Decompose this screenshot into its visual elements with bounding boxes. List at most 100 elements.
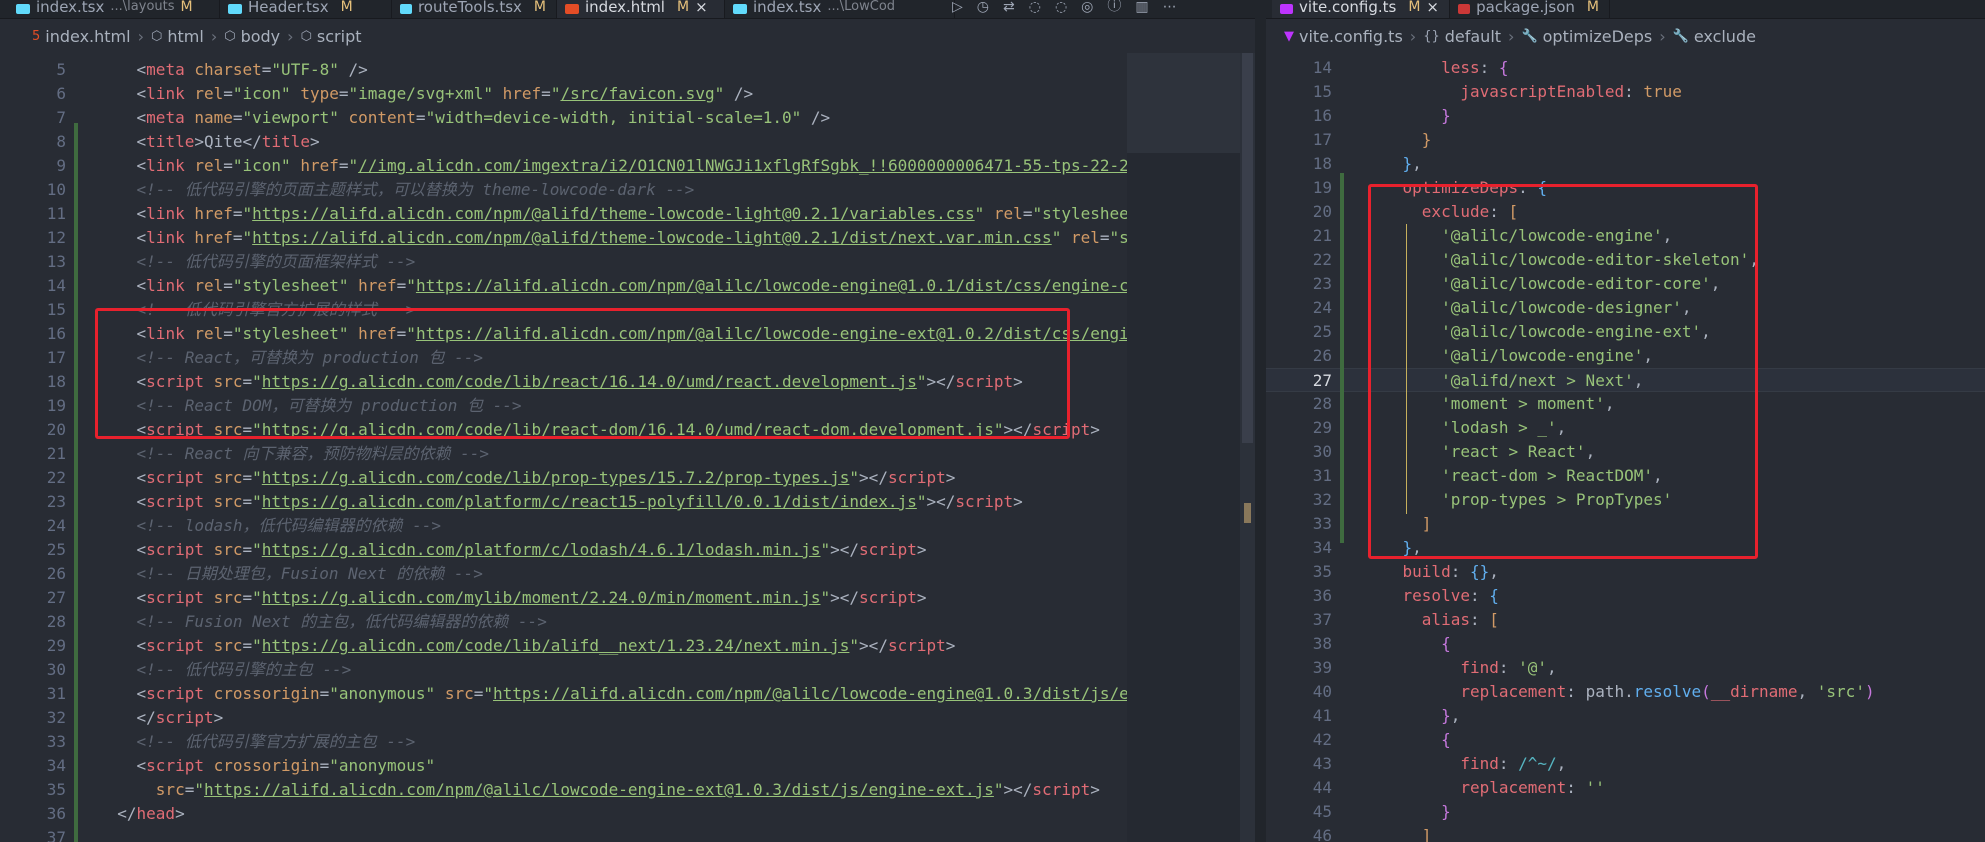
code-line[interactable]: 35 build: {}, bbox=[1266, 560, 1985, 584]
code-line[interactable]: 11 <link href="https://alifd.alicdn.com/… bbox=[0, 202, 1255, 226]
code-line[interactable]: 39 find: '@', bbox=[1266, 656, 1985, 680]
breadcrumb-item[interactable]: index.html bbox=[45, 27, 130, 46]
code-line[interactable]: 38 { bbox=[1266, 632, 1985, 656]
code-line[interactable]: 31 <script crossorigin="anonymous" src="… bbox=[0, 682, 1255, 706]
code-line[interactable]: 29 <script src="https://g.alicdn.com/cod… bbox=[0, 634, 1255, 658]
split-divider[interactable] bbox=[1255, 0, 1266, 842]
code-line[interactable]: 36 </head> bbox=[0, 802, 1255, 826]
code-line[interactable]: 43 find: /^~/, bbox=[1266, 752, 1985, 776]
tab-index-tsx[interactable]: index.tsx ...\layouts M bbox=[8, 0, 220, 18]
code-text: <script src="https://g.alicdn.com/mylib/… bbox=[98, 586, 927, 610]
more-actions-icon[interactable]: ⋯ bbox=[1163, 0, 1177, 15]
tab-routetools-tsx[interactable]: routeTools.tsx M bbox=[392, 0, 557, 18]
close-icon[interactable]: × bbox=[695, 0, 708, 15]
run-icon[interactable]: ▷ bbox=[952, 0, 963, 15]
breadcrumb-item[interactable]: script bbox=[317, 27, 362, 46]
line-number: 36 bbox=[1312, 586, 1332, 605]
line-number: 40 bbox=[1312, 682, 1332, 701]
code-line[interactable]: 12 <link href="https://alifd.alicdn.com/… bbox=[0, 226, 1255, 250]
code-line[interactable]: 35 src="https://alifd.alicdn.com/npm/@al… bbox=[0, 778, 1255, 802]
history-icon[interactable]: ◷ bbox=[977, 0, 989, 15]
line-number: 25 bbox=[46, 540, 66, 559]
code-line[interactable]: 37 bbox=[0, 826, 1255, 842]
code-line[interactable]: 24 <!-- lodash，低代码编辑器的依赖 --> bbox=[0, 514, 1255, 538]
minimap-slider[interactable] bbox=[1127, 53, 1240, 153]
code-line[interactable]: 10 <!-- 低代码引擎的页面主题样式，可以替换为 theme-lowcode… bbox=[0, 178, 1255, 202]
code-line[interactable]: 27 <script src="https://g.alicdn.com/myl… bbox=[0, 586, 1255, 610]
close-icon[interactable]: × bbox=[1426, 0, 1439, 15]
navigate-back-icon[interactable]: ◌ bbox=[1029, 0, 1041, 15]
code-token: < bbox=[136, 276, 147, 295]
code-line[interactable]: 25 <script src="https://g.alicdn.com/pla… bbox=[0, 538, 1255, 562]
info-icon[interactable]: ⓘ bbox=[1107, 0, 1121, 15]
breadcrumb: ▼ vite.config.ts › {} default › 🔧 optimizeDeps ›… bbox=[1266, 22, 1985, 50]
sync-icon[interactable]: ◎ bbox=[1081, 0, 1093, 15]
code-line[interactable]: 32 </script> bbox=[0, 706, 1255, 730]
code-token: "stylesheet" bbox=[232, 276, 349, 295]
left-editor-pane: index.tsx ...\layouts M Header.tsx MrouteToo… bbox=[0, 0, 1255, 842]
vertical-scrollbar[interactable] bbox=[1240, 53, 1255, 842]
tab-index-html[interactable]: index.html M × bbox=[557, 0, 725, 18]
code-line[interactable]: 16 } bbox=[1266, 104, 1985, 128]
breadcrumb-item[interactable]: exclude bbox=[1694, 27, 1756, 46]
code-line[interactable]: 18 }, bbox=[1266, 152, 1985, 176]
code-line[interactable]: 37 alias: [ bbox=[1266, 608, 1985, 632]
code-line[interactable]: 41 }, bbox=[1266, 704, 1985, 728]
code-line[interactable]: 45 } bbox=[1266, 800, 1985, 824]
code-line[interactable]: 44 replacement: '' bbox=[1266, 776, 1985, 800]
tab-header-tsx[interactable]: Header.tsx M bbox=[220, 0, 392, 18]
code-line[interactable]: 6 <link rel="icon" type="image/svg+xml" … bbox=[0, 82, 1255, 106]
react-icon bbox=[400, 4, 412, 14]
breadcrumb-item[interactable]: body bbox=[241, 27, 281, 46]
code-line[interactable]: 26 <!-- 日期处理包，Fusion Next 的依赖 --> bbox=[0, 562, 1255, 586]
code-line[interactable]: 8 <title>Qite</title> bbox=[0, 130, 1255, 154]
code-line[interactable]: 14 less: { bbox=[1266, 56, 1985, 80]
code-token: meta bbox=[146, 60, 185, 79]
code-line[interactable]: 40 replacement: path.resolve(__dirname, … bbox=[1266, 680, 1985, 704]
compare-icon[interactable]: ⇄ bbox=[1003, 0, 1015, 15]
line-number: 14 bbox=[46, 276, 66, 295]
tab-package-json[interactable]: package.json M bbox=[1450, 0, 1610, 18]
code-line[interactable]: 14 <link rel="stylesheet" href="https://… bbox=[0, 274, 1255, 298]
scrollbar-thumb[interactable] bbox=[1242, 53, 1253, 443]
code-token: src bbox=[213, 540, 243, 559]
code-line[interactable]: 7 <meta name="viewport" content="width=d… bbox=[0, 106, 1255, 130]
code-line[interactable]: 30 <!-- 低代码引擎的主包 --> bbox=[0, 658, 1255, 682]
code-line[interactable]: 36 resolve: { bbox=[1266, 584, 1985, 608]
code-token: " bbox=[714, 84, 725, 103]
line-number: 28 bbox=[1312, 394, 1332, 413]
breadcrumb-item[interactable]: html bbox=[167, 27, 203, 46]
code-line[interactable]: 23 <script src="https://g.alicdn.com/pla… bbox=[0, 490, 1255, 514]
code-token: rel bbox=[194, 84, 224, 103]
split-editor-icon[interactable]: ▥ bbox=[1135, 0, 1148, 15]
code-line[interactable]: 42 { bbox=[1266, 728, 1985, 752]
breadcrumb-item[interactable]: vite.config.ts bbox=[1299, 27, 1403, 46]
minimap[interactable] bbox=[1127, 53, 1240, 842]
code-token: = bbox=[184, 780, 195, 799]
code-text: <!-- 低代码引擎官方扩展的主包 --> bbox=[98, 730, 416, 754]
code-token: '@' bbox=[1518, 658, 1548, 677]
code-line[interactable]: 28 <!-- Fusion Next 的主包，低代码编辑器的依赖 --> bbox=[0, 610, 1255, 634]
breadcrumb-item[interactable]: default bbox=[1445, 27, 1501, 46]
code-line[interactable]: 33 <!-- 低代码引擎官方扩展的主包 --> bbox=[0, 730, 1255, 754]
code-token: build bbox=[1402, 562, 1451, 581]
tab-vite-config-ts[interactable]: vite.config.ts M × bbox=[1272, 0, 1450, 18]
code-token: = bbox=[232, 108, 243, 127]
code-line[interactable]: 5 <meta charset="UTF-8" /> bbox=[0, 58, 1255, 82]
tab-index-tsx[interactable]: index.tsx ...\LowCod bbox=[725, 0, 955, 18]
code-line[interactable]: 21 <!-- React 向下兼容，预防物料层的依赖 --> bbox=[0, 442, 1255, 466]
code-line[interactable]: 17 } bbox=[1266, 128, 1985, 152]
code-line[interactable]: 13 <!-- 低代码引擎的页面框架样式 --> bbox=[0, 250, 1255, 274]
code-line[interactable]: 15 javascriptEnabled: true bbox=[1266, 80, 1985, 104]
breadcrumb-item[interactable]: optimizeDeps bbox=[1543, 27, 1653, 46]
code-line[interactable]: 9 <link rel="icon" href="//img.alicdn.co… bbox=[0, 154, 1255, 178]
code-line[interactable]: 46 ] bbox=[1266, 824, 1985, 842]
navigate-forward-icon[interactable]: ◌ bbox=[1055, 0, 1067, 15]
code-line[interactable]: 34 <script crossorigin="anonymous" bbox=[0, 754, 1255, 778]
code-line[interactable]: 22 <script src="https://g.alicdn.com/cod… bbox=[0, 466, 1255, 490]
code-editor[interactable]: 5 <meta charset="UTF-8" /> 6 <link rel="i… bbox=[0, 53, 1255, 842]
tab-label: index.tsx bbox=[36, 0, 105, 16]
